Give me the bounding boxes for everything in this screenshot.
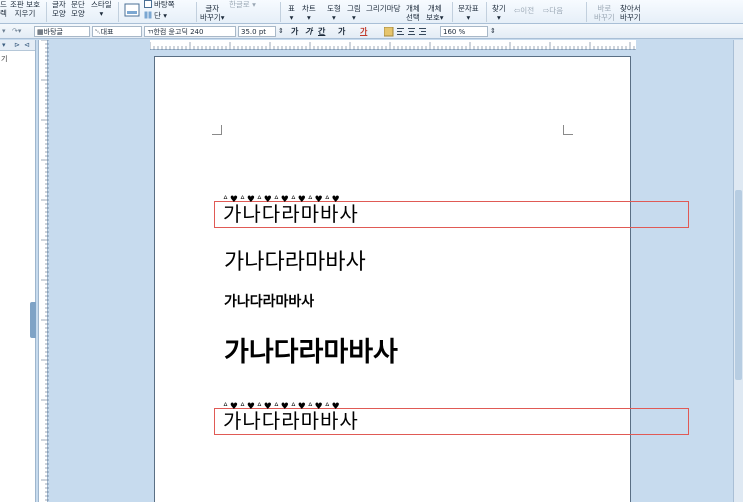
ribbon-item-symbols[interactable]: 문자표 ▾	[458, 4, 479, 22]
heart-decorations: ᐞ♥ᐞ♥ᐞ♥ᐞ♥ᐞ♥ᐞ♥ᐞ♥	[223, 195, 342, 205]
ribbon-item-select-object[interactable]: 개체 선택	[406, 4, 420, 22]
horizontal-ruler	[150, 40, 636, 50]
margin-corner-top-left	[212, 125, 222, 135]
ribbon-separator	[586, 2, 587, 22]
text-line-2[interactable]: 가나다라마바사	[224, 251, 366, 275]
underline-button[interactable]: 간	[318, 26, 325, 37]
columns-icon	[144, 11, 152, 19]
scrollbar-thumb[interactable]	[735, 190, 742, 380]
align-left-icon	[397, 28, 404, 35]
panel-item[interactable]: 기	[1, 54, 7, 64]
ribbon-item-char-shape[interactable]: 글자 모양	[52, 0, 66, 18]
text-color-button[interactable]: 가	[360, 26, 367, 37]
heart-decorations: ᐞ♥ᐞ♥ᐞ♥ᐞ♥ᐞ♥ᐞ♥ᐞ♥	[223, 402, 342, 412]
align-center-icon	[408, 28, 415, 35]
text-line-4[interactable]: 가나다라마바사	[224, 337, 398, 369]
formatting-toolbar: ▾ ↷▾ ▦바탕글 ␀대표 ㄲ한컴 윤고딕 240 35.0 pt ⇕ 가 가 …	[0, 24, 743, 39]
dropdown-icon[interactable]: ▾	[2, 40, 6, 51]
ribbon-item-picture[interactable]: 그림 ▾	[347, 4, 361, 22]
left-panel-header: ▾ ⊳ ⊲	[0, 40, 35, 51]
ribbon-item-quick-replace[interactable]: 바로 바꾸기	[594, 4, 615, 22]
zoom-input[interactable]: 160 %	[440, 26, 488, 37]
ribbon-separator	[452, 2, 453, 22]
align-right-icon	[419, 28, 426, 35]
redo-icon[interactable]: ↷▾	[12, 26, 21, 37]
align-justify-icon	[384, 27, 394, 37]
font-select[interactable]: ㄲ한컴 윤고딕 240	[144, 26, 236, 37]
collapse-icon[interactable]: ⊲	[24, 40, 30, 51]
ribbon-item-chart[interactable]: 차트 ▾	[302, 4, 316, 22]
ribbon-item-find-replace[interactable]: 찾아서 바꾸기	[620, 4, 641, 22]
left-panel: ▾ ⊳ ⊲ 기	[0, 40, 36, 502]
line-text: 가나다라마바사	[223, 202, 359, 226]
ribbon-item-protect-object[interactable]: 개체 보호▾	[426, 4, 444, 22]
text-line-1[interactable]: ᐞ♥ᐞ♥ᐞ♥ᐞ♥ᐞ♥ᐞ♥ᐞ♥ 가나다라마바사	[214, 196, 689, 228]
italic-button[interactable]: 가	[305, 26, 312, 37]
ribbon-item-table[interactable]: 표 ▾	[288, 4, 295, 22]
ribbon-item-shape[interactable]: 도형 ▾	[327, 4, 341, 22]
size-stepper[interactable]: ⇕	[278, 26, 284, 37]
ribbon-item-protect-clear[interactable]: 조판 보호 지우기	[10, 0, 40, 18]
ribbon-item-master-page[interactable]: 바탕쪽	[154, 0, 175, 9]
text-line-3[interactable]: 가나다라마바사	[224, 294, 314, 310]
master-page-icon	[144, 0, 152, 8]
ribbon-separator	[280, 2, 281, 22]
language-select[interactable]: ␀대표	[92, 26, 142, 37]
ribbon-item-next[interactable]: ⇨다음	[543, 6, 563, 15]
ribbon-separator	[196, 2, 197, 22]
bold-button[interactable]: 가	[291, 26, 298, 37]
style-select[interactable]: ▦바탕글	[34, 26, 90, 37]
style-icon: ▦	[37, 28, 44, 36]
alignment-buttons[interactable]	[384, 27, 430, 38]
text-line-5[interactable]: ᐞ♥ᐞ♥ᐞ♥ᐞ♥ᐞ♥ᐞ♥ᐞ♥ 가나다라마바사	[214, 403, 689, 435]
ribbon-separator	[118, 2, 119, 22]
ribbon-item-find[interactable]: 찾기 ▾	[492, 4, 506, 22]
margin-corner-top-right	[563, 125, 573, 135]
ribbon-separator	[486, 2, 487, 22]
ribbon-item-columns[interactable]: 단 ▾	[154, 11, 167, 20]
panel-resize-handle[interactable]	[30, 302, 36, 338]
vertical-ruler	[38, 40, 49, 502]
line-text: 가나다라마바사	[223, 409, 359, 433]
document-page[interactable]: ᐞ♥ᐞ♥ᐞ♥ᐞ♥ᐞ♥ᐞ♥ᐞ♥ 가나다라마바사 가나다라마바사 가나다라마바사 가…	[154, 56, 689, 502]
ribbon-separator	[46, 2, 47, 22]
zoom-stepper[interactable]: ⇕	[490, 26, 496, 37]
ribbon-item-replace-char[interactable]: 글자 바꾸기▾	[200, 4, 224, 22]
strikethrough-button[interactable]: 가	[338, 26, 345, 37]
vertical-scrollbar[interactable]	[733, 40, 743, 502]
ribbon-item-previous[interactable]: ⇦이전	[514, 6, 534, 15]
ribbon-item-para-shape[interactable]: 문단 모양	[71, 0, 85, 18]
page-layout-icon	[124, 3, 140, 17]
ribbon-toolbar: 드렉 조판 보호 지우기 글자 모양 문단 모양 스타일 ▾ 바탕쪽 단 ▾ 글자 바꾸기…	[0, 0, 743, 24]
ribbon-item-drawing-gallery[interactable]: 그리기마당	[366, 4, 401, 13]
pin-icon[interactable]: ⊳	[14, 40, 20, 51]
ribbon-item-hangul-convert[interactable]: 한글로 ▾	[229, 0, 256, 9]
undo-icon[interactable]: ▾	[2, 26, 6, 37]
ribbon-item-style[interactable]: 스타일 ▾	[91, 0, 112, 18]
font-size-input[interactable]: 35.0 pt	[238, 26, 276, 37]
ribbon-item-drag[interactable]: 드렉	[0, 0, 7, 18]
